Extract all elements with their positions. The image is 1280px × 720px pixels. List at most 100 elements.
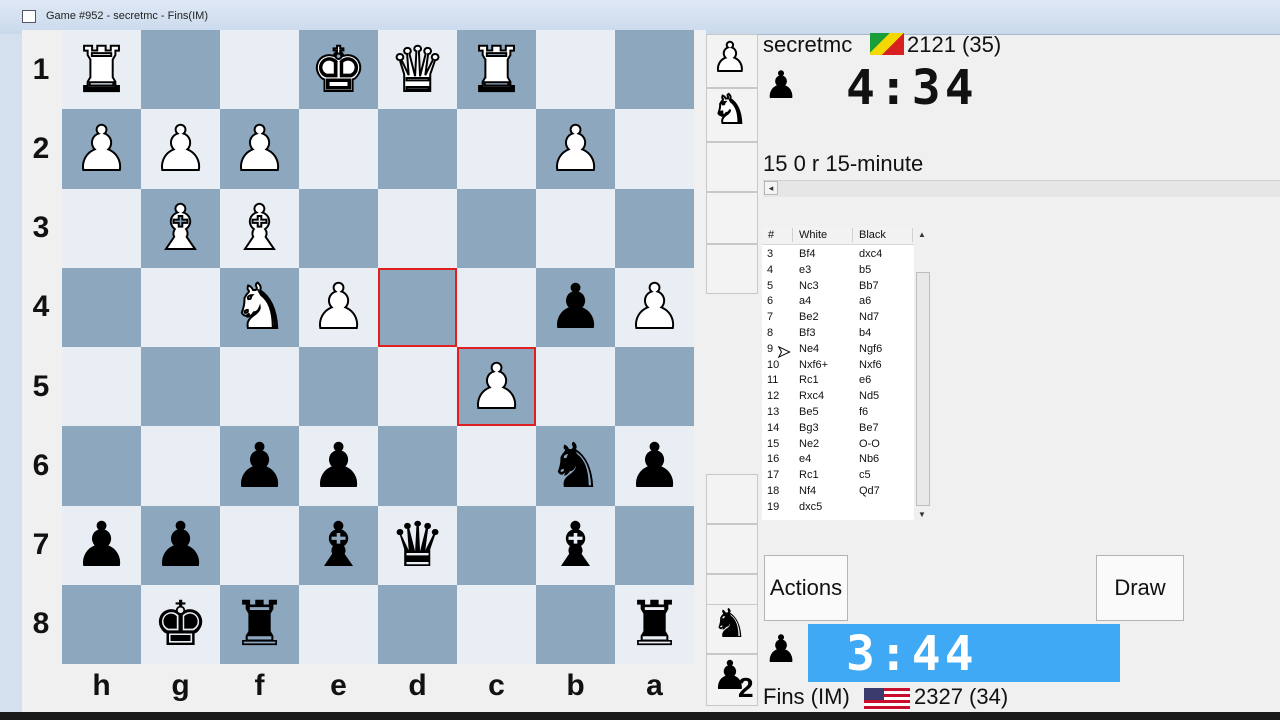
move-row[interactable]: 19 dxc5 [762,499,914,515]
square-c6[interactable] [457,426,536,506]
black-bishop-icon[interactable]: ♝ [311,514,367,576]
square-c4[interactable] [457,267,536,347]
move-row[interactable]: 12 Rxc4 Nd5 [762,388,914,404]
white-knight-icon[interactable]: ♞ [231,275,289,339]
square-f7[interactable] [220,505,299,585]
square-f1[interactable] [220,30,299,110]
square-g2[interactable]: ♟ [141,109,220,189]
black-pawn-icon[interactable]: ♟ [311,434,367,497]
white-pawn-icon[interactable]: ♟ [468,354,526,418]
black-pawn-icon[interactable]: ♟ [153,514,209,576]
square-h6[interactable] [62,426,141,506]
move-row[interactable]: 8 Bf3 b4 [762,325,914,341]
white-rook-icon[interactable]: ♜ [73,37,131,101]
square-e8[interactable] [299,584,378,664]
square-c7[interactable] [457,505,536,585]
square-b4[interactable]: ♟ [536,267,615,347]
square-e4[interactable]: ♟ [299,267,378,347]
square-d1[interactable]: ♛ [378,30,457,110]
white-king-icon[interactable]: ♚ [310,37,368,101]
square-g4[interactable] [141,267,220,347]
square-h5[interactable] [62,347,141,427]
square-d3[interactable] [378,188,457,268]
white-pawn-icon[interactable]: ♟ [310,275,368,339]
square-c1[interactable]: ♜ [457,30,536,110]
square-c5[interactable]: ♟ [457,347,536,427]
square-b6[interactable]: ♞ [536,426,615,506]
square-c3[interactable] [457,188,536,268]
square-h1[interactable]: ♜ [62,30,141,110]
square-a8[interactable]: ♜ [615,584,694,664]
actions-button[interactable]: Actions [764,555,848,621]
move-row[interactable]: 16 e4 Nb6 [762,451,914,467]
square-f5[interactable] [220,347,299,427]
square-h2[interactable]: ♟ [62,109,141,189]
black-pawn-icon[interactable]: ♟ [548,276,604,338]
square-g5[interactable] [141,347,220,427]
scroll-up-icon[interactable]: ▲ [918,230,926,239]
square-g3[interactable]: ♝ [141,188,220,268]
move-list-table[interactable]: # White Black 3 Bf4 dxc4 4 e3 b5 5 Nc3 Bb7 6 a4 a6 7… [762,226,914,520]
move-row[interactable]: 18 Nf4 Qd7 [762,483,914,499]
black-rook-icon[interactable]: ♜ [232,593,288,655]
scroll-left-icon[interactable]: ◂ [764,181,778,195]
square-e5[interactable] [299,347,378,427]
white-bishop-icon[interactable]: ♝ [152,196,210,260]
black-king-icon[interactable]: ♚ [153,593,209,655]
square-a1[interactable] [615,30,694,110]
move-row[interactable]: 11 Rc1 e6 [762,372,914,388]
black-rook-icon[interactable]: ♜ [627,593,683,655]
black-pawn-icon[interactable]: ♟ [627,434,683,497]
square-h8[interactable] [62,584,141,664]
move-list-scrollbar[interactable]: ▲ ▼ [914,226,932,520]
move-row[interactable]: 14 Bg3 Be7 [762,420,914,436]
white-rook-icon[interactable]: ♜ [468,37,526,101]
square-b7[interactable]: ♝ [536,505,615,585]
square-b2[interactable]: ♟ [536,109,615,189]
square-a2[interactable] [615,109,694,189]
square-b3[interactable] [536,188,615,268]
move-row[interactable]: 13 Be5 f6 [762,404,914,420]
chess-board[interactable]: ♜ ♚ ♛ ♜ ♟ ♟ ♟ ♟ ♝ ♝ ♞ ♟ ♟ ♟ ♟ ♟ ♟ ♞ ♟ ♟ ♟ ♝ ♛ ♝ ♚ ♜ ♜ [62,30,694,664]
move-row[interactable]: 4 e3 b5 [762,262,914,278]
horizontal-scrollbar[interactable] [763,180,1280,197]
square-f3[interactable]: ♝ [220,188,299,268]
square-a7[interactable] [615,505,694,585]
move-row[interactable]: 7 Be2 Nd7 [762,309,914,325]
white-pawn-icon[interactable]: ♟ [73,116,131,180]
square-e3[interactable] [299,188,378,268]
draw-button[interactable]: Draw [1096,555,1184,621]
square-d7[interactable]: ♛ [378,505,457,585]
square-c8[interactable] [457,584,536,664]
square-f8[interactable]: ♜ [220,584,299,664]
square-g7[interactable]: ♟ [141,505,220,585]
square-a3[interactable] [615,188,694,268]
square-e2[interactable] [299,109,378,189]
square-d5[interactable] [378,347,457,427]
move-row[interactable]: 3 Bf4 dxc4 [762,246,914,262]
white-pawn-icon[interactable]: ♟ [152,116,210,180]
black-pawn-icon[interactable]: ♟ [74,514,130,576]
square-d6[interactable] [378,426,457,506]
move-row[interactable]: 17 Rc1 c5 [762,467,914,483]
move-row[interactable]: 15 Ne2 O-O [762,436,914,452]
square-b1[interactable] [536,30,615,110]
square-f2[interactable]: ♟ [220,109,299,189]
square-b5[interactable] [536,347,615,427]
white-pawn-icon[interactable]: ♟ [626,275,684,339]
square-a5[interactable] [615,347,694,427]
black-queen-icon[interactable]: ♛ [390,514,446,576]
square-h4[interactable] [62,267,141,347]
black-knight-icon[interactable]: ♞ [548,434,604,497]
square-e6[interactable]: ♟ [299,426,378,506]
square-a6[interactable]: ♟ [615,426,694,506]
square-a4[interactable]: ♟ [615,267,694,347]
square-e1[interactable]: ♚ [299,30,378,110]
square-d4[interactable] [378,267,457,347]
square-c2[interactable] [457,109,536,189]
square-e7[interactable]: ♝ [299,505,378,585]
square-b8[interactable] [536,584,615,664]
scroll-down-icon[interactable]: ▼ [918,510,926,519]
white-bishop-icon[interactable]: ♝ [231,196,289,260]
square-h3[interactable] [62,188,141,268]
